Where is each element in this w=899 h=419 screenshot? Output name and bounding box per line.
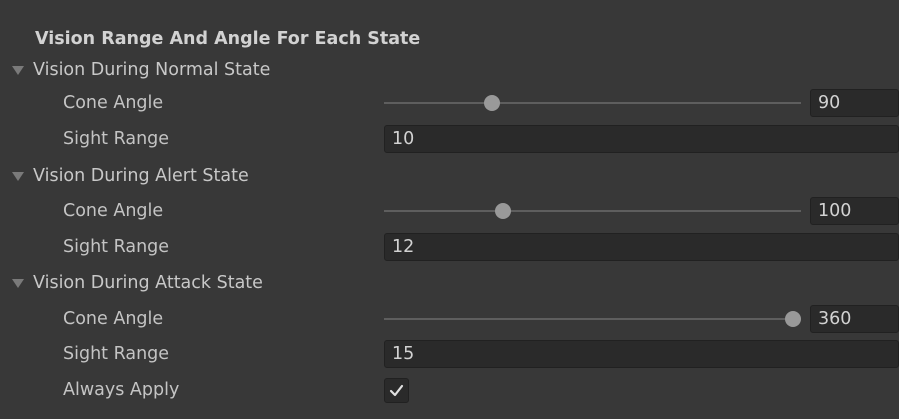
slider-track <box>384 210 801 212</box>
cone-angle-slider[interactable] <box>384 305 801 333</box>
slider-track <box>384 318 801 320</box>
triangle-down-icon <box>12 172 24 181</box>
cone-angle-slider[interactable] <box>384 89 801 117</box>
checkmark-icon <box>389 384 404 397</box>
slider-thumb[interactable] <box>785 311 801 327</box>
always-apply-label: Always Apply <box>63 380 180 400</box>
triangle-down-icon <box>12 66 24 75</box>
sight-range-label: Sight Range <box>63 237 170 257</box>
sight-range-label: Sight Range <box>63 344 170 364</box>
cone-angle-field[interactable]: 360 <box>810 305 899 333</box>
foldout-label: Vision During Attack State <box>33 273 263 293</box>
section-header: Vision Range And Angle For Each State <box>35 29 421 49</box>
sight-range-field[interactable]: 10 <box>384 125 899 153</box>
triangle-down-icon <box>12 279 24 288</box>
sight-range-field[interactable]: 15 <box>384 340 899 368</box>
foldout-normal-state[interactable]: Vision During Normal State <box>12 56 270 84</box>
slider-thumb[interactable] <box>495 203 512 219</box>
cone-angle-label: Cone Angle <box>63 309 164 329</box>
foldout-alert-state[interactable]: Vision During Alert State <box>12 162 249 190</box>
foldout-attack-state[interactable]: Vision During Attack State <box>12 269 263 297</box>
sight-range-field[interactable]: 12 <box>384 233 899 261</box>
cone-angle-slider[interactable] <box>384 197 801 225</box>
cone-angle-field[interactable]: 90 <box>810 89 899 117</box>
always-apply-checkbox[interactable] <box>384 378 409 403</box>
inspector-panel: Vision Range And Angle For Each State Vi… <box>0 0 899 419</box>
cone-angle-field[interactable]: 100 <box>810 197 899 225</box>
foldout-label: Vision During Alert State <box>33 166 249 186</box>
cone-angle-label: Cone Angle <box>63 93 164 113</box>
cone-angle-label: Cone Angle <box>63 201 164 221</box>
sight-range-label: Sight Range <box>63 129 170 149</box>
slider-thumb[interactable] <box>484 95 501 111</box>
slider-track <box>384 102 801 104</box>
foldout-label: Vision During Normal State <box>33 60 271 80</box>
